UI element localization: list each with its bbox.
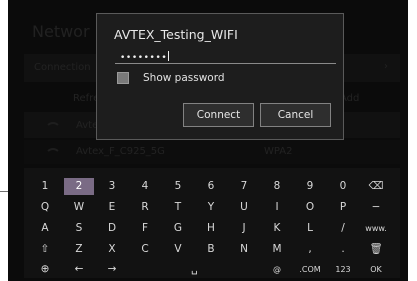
shift-key-icon[interactable]: ⇧	[30, 241, 60, 258]
space-key[interactable]: ␣	[163, 261, 226, 278]
trash-icon[interactable]: 🗑	[361, 241, 391, 258]
cancel-button[interactable]: Cancel	[260, 103, 331, 127]
key-ok[interactable]: OK	[361, 261, 391, 278]
key-6[interactable]: 6	[196, 178, 226, 195]
password-value: ••••••••	[120, 51, 170, 63]
globe-icon[interactable]: ⊕	[30, 261, 60, 278]
arrow-left-icon[interactable]: ←	[64, 261, 94, 278]
backspace-key-icon[interactable]: ⌫	[361, 178, 391, 195]
on-screen-keyboard: 1 2 3 4 5 6 7 8 9 0 ⌫ Q W E R T Y U I O …	[24, 168, 400, 278]
key-j[interactable]: J	[229, 220, 259, 237]
key-q[interactable]: Q	[30, 199, 60, 216]
key-at[interactable]: @	[262, 261, 292, 278]
key-comma[interactable]: ,	[295, 241, 325, 258]
key-minus[interactable]: −	[361, 199, 391, 216]
dialog-title: AVTEX_Testing_WIFI	[114, 27, 238, 42]
connect-button[interactable]: Connect	[183, 103, 254, 127]
password-field[interactable]: ••••••••	[115, 47, 336, 64]
key-3[interactable]: 3	[97, 178, 127, 195]
key-w[interactable]: W	[64, 199, 94, 216]
key-t[interactable]: T	[163, 199, 193, 216]
key-dotcom[interactable]: .COM	[295, 261, 325, 278]
key-r[interactable]: R	[130, 199, 160, 216]
key-e[interactable]: E	[97, 199, 127, 216]
show-password-checkbox[interactable]	[117, 72, 129, 84]
key-n[interactable]: N	[229, 241, 259, 258]
key-a[interactable]: A	[30, 220, 60, 237]
key-y[interactable]: Y	[196, 199, 226, 216]
key-u[interactable]: U	[229, 199, 259, 216]
key-v[interactable]: V	[163, 241, 193, 258]
key-slash[interactable]: /	[328, 220, 358, 237]
key-g[interactable]: G	[163, 220, 193, 237]
key-1[interactable]: 1	[30, 178, 60, 195]
key-period[interactable]: .	[328, 241, 358, 258]
key-f[interactable]: F	[130, 220, 160, 237]
key-9[interactable]: 9	[295, 178, 325, 195]
key-5[interactable]: 5	[163, 178, 193, 195]
key-2[interactable]: 2	[64, 178, 94, 195]
key-p[interactable]: P	[328, 199, 358, 216]
key-d[interactable]: D	[97, 220, 127, 237]
key-b[interactable]: B	[196, 241, 226, 258]
key-z[interactable]: Z	[64, 241, 94, 258]
key-k[interactable]: K	[262, 220, 292, 237]
key-l[interactable]: L	[295, 220, 325, 237]
key-4[interactable]: 4	[130, 178, 160, 195]
key-0[interactable]: 0	[328, 178, 358, 195]
key-o[interactable]: O	[295, 199, 325, 216]
key-8[interactable]: 8	[262, 178, 292, 195]
divider-line	[0, 191, 8, 192]
key-c[interactable]: C	[130, 241, 160, 258]
key-h[interactable]: H	[196, 220, 226, 237]
key-i[interactable]: I	[262, 199, 292, 216]
key-s[interactable]: S	[64, 220, 94, 237]
key-x[interactable]: X	[97, 241, 127, 258]
tv-screen: Networ Connection › Refre Add Avte Avtex…	[8, 0, 408, 281]
arrow-right-icon[interactable]: →	[97, 261, 127, 278]
show-password-label: Show password	[143, 72, 225, 84]
key-m[interactable]: M	[262, 241, 292, 258]
wifi-password-dialog: AVTEX_Testing_WIFI •••••••• Show passwor…	[96, 13, 344, 140]
password-masked-text: ••••••••	[120, 53, 168, 63]
key-123[interactable]: 123	[328, 261, 358, 278]
text-caret	[168, 51, 170, 61]
key-7[interactable]: 7	[229, 178, 259, 195]
key-www[interactable]: www.	[361, 220, 391, 237]
